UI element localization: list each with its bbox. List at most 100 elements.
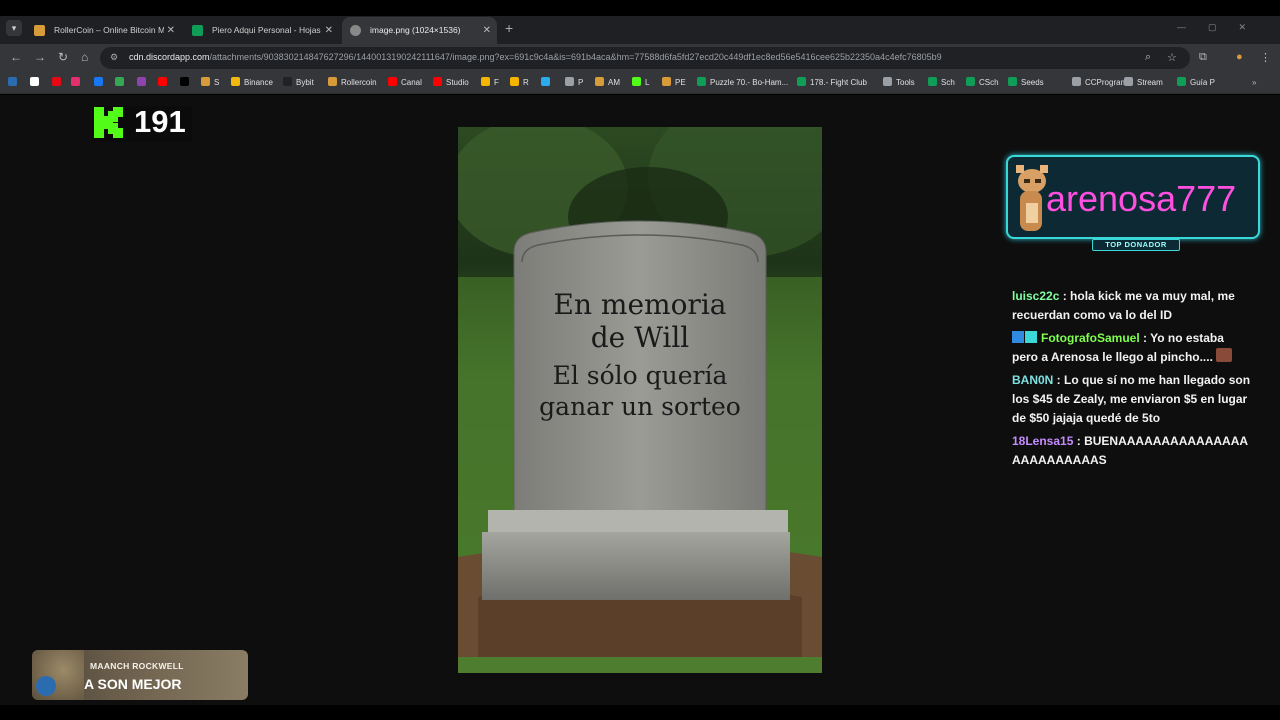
lower-third-name: MAANCH ROCKWELL	[90, 661, 184, 671]
bookmark-favicon-icon	[137, 77, 146, 86]
bookmark-item[interactable]: CCProgram	[1072, 76, 1127, 90]
bookmark-item[interactable]	[71, 76, 84, 90]
tab-image[interactable]: image.png (1024×1536) ✕	[342, 17, 497, 44]
bookmark-item[interactable]: Studio	[433, 76, 469, 90]
bookmark-favicon-icon	[541, 77, 550, 86]
tombstone-line-2: de Will	[590, 321, 690, 354]
sub-badge-icon	[1025, 331, 1037, 343]
bookmark-item[interactable]: 178.- Fight Club	[797, 76, 867, 90]
tab-title: RollerCoin – Online Bitcoin Mining	[54, 25, 164, 35]
bookmark-favicon-icon	[1008, 77, 1017, 86]
bookmark-label: Seeds	[1021, 78, 1044, 87]
chat-message: FotografoSamuel : Yo no estaba pero a Ar…	[1012, 329, 1252, 367]
tab-search-button[interactable]: ▾	[6, 20, 22, 36]
kick-logo-icon	[94, 107, 123, 138]
bookmark-item[interactable]: Rollercoin	[328, 76, 377, 90]
tab-title: image.png (1024×1536)	[370, 25, 461, 35]
bookmark-item[interactable]: PE	[662, 76, 686, 90]
bookmark-item[interactable]	[30, 76, 43, 90]
bookmark-item[interactable]	[158, 76, 171, 90]
bookmark-favicon-icon	[632, 77, 641, 86]
bookmark-label: Canal	[401, 78, 422, 87]
bookmark-item[interactable]: Tools	[883, 76, 915, 90]
tab-sheets[interactable]: Piero Adqui Personal - Hojas de cálculo …	[184, 17, 339, 44]
bookmark-item[interactable]	[52, 76, 65, 90]
bookmark-item[interactable]: F	[481, 76, 499, 90]
bookmark-item[interactable]: L	[632, 76, 649, 90]
tombstone-line-4: ganar un sorteo	[539, 392, 741, 421]
bookmark-label: Rollercoin	[341, 78, 377, 87]
lower-third-avatar	[32, 650, 84, 700]
url-text[interactable]: cdn.discordapp.com/attachments/903830214…	[129, 52, 942, 62]
bookmark-label: Sch	[941, 78, 955, 87]
tombstone-line-3: El sólo quería	[552, 361, 728, 390]
bookmark-item[interactable]: P	[565, 76, 583, 90]
bookmark-favicon-icon	[71, 77, 80, 86]
forward-arrow-icon[interactable]: →	[34, 50, 46, 64]
profile-icon[interactable]: ●	[1236, 51, 1243, 63]
reload-icon[interactable]: ↻	[58, 50, 68, 64]
close-icon[interactable]: ✕	[483, 17, 491, 44]
bookmark-favicon-icon	[8, 77, 17, 86]
bookmark-label: CSch	[979, 78, 999, 87]
bookmark-favicon-icon	[30, 77, 39, 86]
back-arrow-icon[interactable]: ←	[10, 50, 22, 64]
bookmark-favicon-icon	[115, 77, 124, 86]
bookmark-item[interactable]: R	[510, 76, 529, 90]
window-controls[interactable]: —▢✕	[1177, 22, 1268, 33]
bookmark-item[interactable]: Binance	[231, 76, 273, 90]
bookmark-item[interactable]	[137, 76, 150, 90]
chat-username[interactable]: luisc22c	[1012, 289, 1059, 303]
chat-panel: luisc22c : hola kick me va muy mal, me r…	[1012, 287, 1252, 474]
donor-label: TOP DONADOR	[1092, 239, 1180, 251]
menu-icon[interactable]: ⋮	[1260, 51, 1271, 64]
chat-username[interactable]: FotografoSamuel	[1041, 331, 1140, 345]
bookmark-item[interactable]	[94, 76, 107, 90]
bookmark-favicon-icon	[52, 77, 61, 86]
screen: ▾ RollerCoin – Online Bitcoin Mining ✕ P…	[0, 0, 1280, 720]
bookmark-item[interactable]: Sch	[928, 76, 955, 90]
extensions-icon[interactable]: ⧉	[1199, 51, 1207, 64]
bookmark-item[interactable]: S	[201, 76, 219, 90]
bookmark-label: L	[645, 78, 650, 87]
bookmark-item[interactable]: AM	[595, 76, 620, 90]
bookmark-item[interactable]: Puzzle 70.- Bo-Ham...	[697, 76, 788, 90]
bookmark-item[interactable]	[8, 76, 21, 90]
bookmark-favicon-icon	[966, 77, 975, 86]
tab-rollercoin[interactable]: RollerCoin – Online Bitcoin Mining ✕	[26, 17, 181, 44]
site-info-icon[interactable]: ⚙	[110, 52, 118, 63]
bookmark-item[interactable]: Seeds	[1008, 76, 1044, 90]
bookmark-item[interactable]: Stream	[1124, 76, 1163, 90]
bookmark-favicon-icon	[510, 77, 519, 86]
bookmark-item[interactable]: Bybit	[283, 76, 314, 90]
bookmark-item[interactable]	[115, 76, 128, 90]
close-icon[interactable]: ✕	[325, 17, 333, 44]
more-bookmarks-icon[interactable]: »	[1252, 76, 1256, 90]
bookmark-item[interactable]	[180, 76, 193, 90]
tombstone-line-1: En memoria	[553, 288, 727, 321]
zoom-icon[interactable]: ⌕	[1145, 51, 1151, 64]
bookmark-favicon-icon	[231, 77, 240, 86]
chat-username[interactable]: 18Lensa15	[1012, 434, 1073, 448]
bookmark-favicon-icon	[595, 77, 604, 86]
rollercoin-hamster-icon	[34, 25, 45, 36]
chat-username[interactable]: BAN0N	[1012, 373, 1053, 387]
bookmark-favicon-icon	[328, 77, 337, 86]
close-icon[interactable]: ✕	[167, 17, 175, 44]
bookmark-item[interactable]: Guía P	[1177, 76, 1215, 90]
bookmark-favicon-icon	[94, 77, 103, 86]
bookmark-favicon-icon	[201, 77, 210, 86]
star-icon[interactable]: ☆	[1167, 51, 1177, 64]
bookmark-label: S	[214, 78, 220, 87]
letterbox-top	[0, 0, 1280, 16]
bookmark-item[interactable]: Canal	[388, 76, 422, 90]
bookmark-favicon-icon	[283, 77, 292, 86]
new-tab-button[interactable]: +	[505, 20, 513, 36]
bookmark-favicon-icon	[697, 77, 706, 86]
bookmark-label: PE	[675, 78, 686, 87]
bookmark-item[interactable]	[541, 76, 554, 90]
home-icon[interactable]: ⌂	[81, 50, 88, 64]
bookmark-label: Guía P	[1190, 78, 1215, 87]
bookmark-favicon-icon	[1177, 77, 1186, 86]
bookmark-item[interactable]: CSch	[966, 76, 999, 90]
